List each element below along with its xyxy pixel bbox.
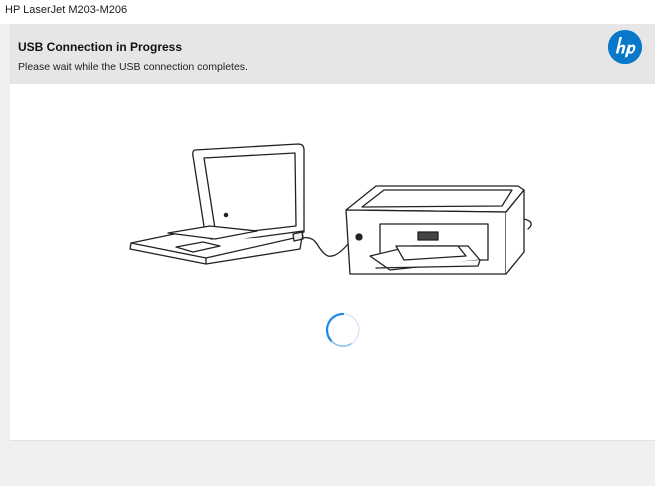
title-bar: HP LaserJet M203-M206 (0, 0, 655, 24)
page-title: USB Connection in Progress (18, 40, 183, 54)
page-subtitle: Please wait while the USB connection com… (18, 61, 248, 73)
printer-icon (345, 185, 532, 275)
usb-connection-illustration (129, 143, 532, 275)
content-panel (10, 84, 655, 441)
laptop-icon (129, 143, 305, 265)
footer-bar (10, 441, 655, 486)
window-title: HP LaserJet M203-M206 (5, 4, 128, 16)
loading-spinner-icon (325, 312, 360, 347)
hp-logo-icon (608, 30, 642, 64)
page-header: USB Connection in Progress Please wait w… (10, 24, 655, 84)
